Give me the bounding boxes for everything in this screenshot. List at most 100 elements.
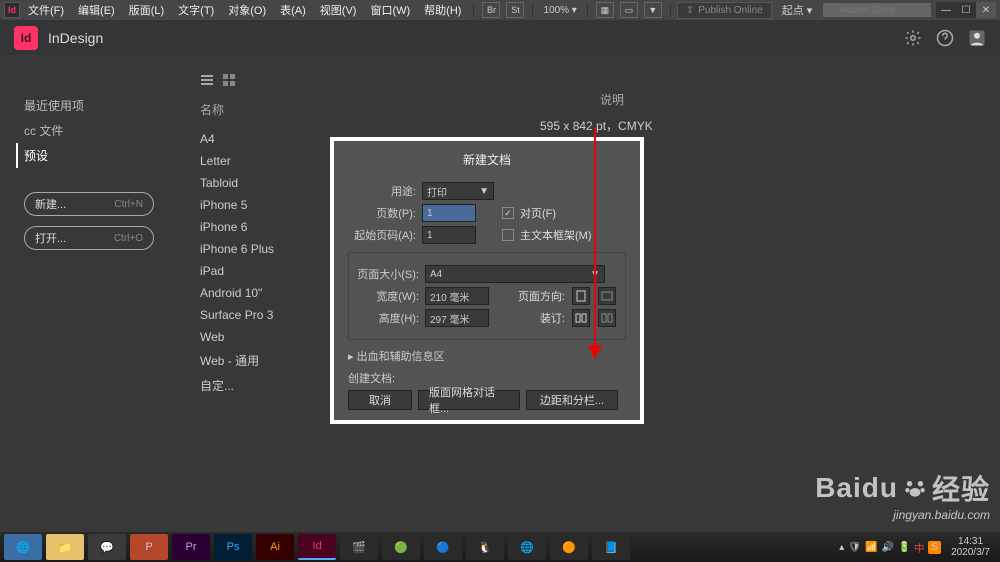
textframe-label: 主文本框架(M) xyxy=(520,227,592,243)
gear-icon[interactable] xyxy=(904,29,922,47)
taskbar-app1-icon[interactable]: 🟢 xyxy=(382,534,420,560)
orientation-portrait-button[interactable] xyxy=(572,287,590,305)
preset-a4[interactable]: A4 xyxy=(200,128,320,150)
preset-web-common[interactable]: Web - 通用 xyxy=(200,348,320,373)
menu-object[interactable]: 对象(O) xyxy=(222,0,272,20)
open-button[interactable]: 打开...Ctrl+O xyxy=(24,226,154,250)
preset-custom[interactable]: 自定... xyxy=(200,373,320,398)
tray-ime-icon[interactable]: 中 xyxy=(914,540,924,555)
tray-security-icon[interactable]: 🛡 xyxy=(848,542,861,553)
purpose-select[interactable]: 打印▼ xyxy=(422,182,494,200)
new-document-dialog: 新建文档 用途: 打印▼ 页数(P): 1 对页(F) 起始页码(A): 1 主… xyxy=(330,137,644,424)
nav-presets[interactable]: 预设 xyxy=(16,143,186,168)
tray-up-icon[interactable]: ▴ xyxy=(839,542,844,553)
pagesize-label: 页面大小(S): xyxy=(357,266,419,282)
minimize-button[interactable]: — xyxy=(936,2,956,18)
height-label: 高度(H): xyxy=(357,310,419,326)
preset-iphone6[interactable]: iPhone 6 xyxy=(200,216,320,238)
description-value: 595 x 842 pt，CMYK xyxy=(540,117,653,134)
name-header: 名称 xyxy=(200,101,320,118)
taskbar-illustrator-icon[interactable]: Ai xyxy=(256,534,294,560)
help-icon[interactable] xyxy=(936,29,954,47)
system-tray: ▴ 🛡 📶 🔊 🔋 中 S 14:31 2020/3/7 xyxy=(839,536,996,558)
stock-icon[interactable]: St xyxy=(506,2,524,18)
bridge-icon[interactable]: Br xyxy=(482,2,500,18)
list-view-icon[interactable] xyxy=(200,73,214,87)
binding-rtl-button[interactable] xyxy=(598,309,616,327)
taskbar-indesign-icon[interactable]: Id xyxy=(298,534,336,560)
cancel-button[interactable]: 取消 xyxy=(348,390,412,410)
taskbar-chrome-icon[interactable]: 🌐 xyxy=(508,534,546,560)
menu-table[interactable]: 表(A) xyxy=(274,0,312,20)
binding-ltr-button[interactable] xyxy=(572,309,590,327)
textframe-checkbox[interactable] xyxy=(502,229,514,241)
view-options-icon[interactable]: ▦ xyxy=(596,2,614,18)
pages-input[interactable]: 1 xyxy=(422,204,476,222)
watermark: Baidu 经验 jingyan.baidu.com xyxy=(815,468,990,522)
tray-battery-icon[interactable]: 🔋 xyxy=(898,542,910,553)
tray-sogou-icon[interactable]: S xyxy=(928,541,941,554)
menu-file[interactable]: 文件(F) xyxy=(22,0,70,20)
description-header: 说明 xyxy=(600,91,624,108)
menu-type[interactable]: 文字(T) xyxy=(172,0,220,20)
pages-label: 页数(P): xyxy=(348,205,416,221)
taskbar-qq-icon[interactable]: 🐧 xyxy=(466,534,504,560)
new-button[interactable]: 新建...Ctrl+N xyxy=(24,192,154,216)
height-input[interactable]: 297 毫米 xyxy=(425,309,489,327)
close-button[interactable]: ✕ xyxy=(976,2,996,18)
orientation-landscape-button[interactable] xyxy=(598,287,616,305)
orientation-label: 页面方向: xyxy=(518,288,565,304)
preset-web[interactable]: Web xyxy=(200,326,320,348)
margins-columns-button[interactable]: 边距和分栏... xyxy=(526,390,618,410)
taskbar-app3-icon[interactable]: 🟠 xyxy=(550,534,588,560)
search-input[interactable] xyxy=(822,2,932,18)
indesign-app-icon: Id xyxy=(14,26,38,50)
taskbar-explorer-icon[interactable]: 📁 xyxy=(46,534,84,560)
bleed-section-toggle[interactable]: 出血和辅助信息区 xyxy=(348,348,626,364)
maximize-button[interactable]: ☐ xyxy=(956,2,976,18)
taskbar-browser-icon[interactable]: 🌐 xyxy=(4,534,42,560)
taskbar-premiere-icon[interactable]: Pr xyxy=(172,534,210,560)
preset-android10[interactable]: Android 10" xyxy=(200,282,320,304)
tray-volume-icon[interactable]: 🔊 xyxy=(881,542,893,553)
binding-label: 装订: xyxy=(540,310,565,326)
preset-surfacepro3[interactable]: Surface Pro 3 xyxy=(200,304,320,326)
workspace-dropdown[interactable]: 起点 ▾ xyxy=(782,2,813,18)
preset-tabloid[interactable]: Tabloid xyxy=(200,172,320,194)
menu-window[interactable]: 窗口(W) xyxy=(364,0,416,20)
menu-edit[interactable]: 编辑(E) xyxy=(72,0,121,20)
nav-ccfiles[interactable]: cc 文件 xyxy=(24,118,186,143)
zoom-dropdown[interactable]: 100% ▾ xyxy=(539,5,580,16)
annotation-arrow xyxy=(594,128,596,358)
paw-icon xyxy=(902,475,928,501)
arrange-icon[interactable]: ▼ xyxy=(644,2,662,18)
taskbar-photoshop-icon[interactable]: Ps xyxy=(214,534,252,560)
nav-recent[interactable]: 最近使用项 xyxy=(24,93,186,118)
publish-online-button[interactable]: ⇪Publish Online xyxy=(677,2,772,19)
startpage-input[interactable]: 1 xyxy=(422,226,476,244)
preset-iphone5[interactable]: iPhone 5 xyxy=(200,194,320,216)
tray-network-icon[interactable]: 📶 xyxy=(865,542,877,553)
layout-grid-button[interactable]: 版面网格对话框... xyxy=(418,390,520,410)
menu-help[interactable]: 帮助(H) xyxy=(418,0,467,20)
pagesize-select[interactable]: A4▼ xyxy=(425,265,605,283)
preset-letter[interactable]: Letter xyxy=(200,150,320,172)
preset-iphone6plus[interactable]: iPhone 6 Plus xyxy=(200,238,320,260)
width-input[interactable]: 210 毫米 xyxy=(425,287,489,305)
taskbar-app2-icon[interactable]: 🔵 xyxy=(424,534,462,560)
taskbar-video-icon[interactable]: 🎬 xyxy=(340,534,378,560)
taskbar-clock[interactable]: 14:31 2020/3/7 xyxy=(945,536,996,558)
user-icon[interactable] xyxy=(968,29,986,47)
menu-view[interactable]: 视图(V) xyxy=(314,0,363,20)
facing-pages-checkbox[interactable] xyxy=(502,207,514,219)
preset-ipad[interactable]: iPad xyxy=(200,260,320,282)
grid-view-icon[interactable] xyxy=(222,73,236,87)
indesign-logo-icon: Id xyxy=(4,2,20,18)
taskbar-wechat-icon[interactable]: 💬 xyxy=(88,534,126,560)
taskbar-powerpoint-icon[interactable]: P xyxy=(130,534,168,560)
menu-layout[interactable]: 版面(L) xyxy=(123,0,170,20)
app-title: InDesign xyxy=(48,30,103,46)
screen-mode-icon[interactable]: ▭ xyxy=(620,2,638,18)
menubar: Id 文件(F) 编辑(E) 版面(L) 文字(T) 对象(O) 表(A) 视图… xyxy=(0,0,1000,20)
taskbar-app4-icon[interactable]: 📘 xyxy=(592,534,630,560)
